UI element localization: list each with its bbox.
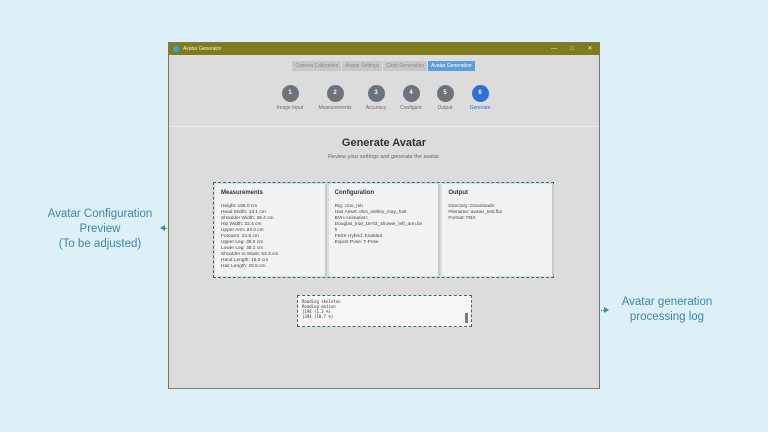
wizard-stepper: 1 Image Input 2 Measurements 3 Accuracy … <box>169 85 599 115</box>
tab-avatar-generation[interactable]: Avatar Generation <box>428 61 476 71</box>
window-title: Avatar Generator <box>183 46 222 52</box>
page-subtitle: Review your settings and generate the av… <box>328 154 440 160</box>
step-number: 5 <box>436 85 454 102</box>
step-accuracy[interactable]: 3 Accuracy <box>356 85 396 111</box>
callout-line: Avatar generation <box>621 296 713 308</box>
tab-camera-calibration[interactable]: Camera Calibration <box>292 61 343 71</box>
tab-bar: Camera Calibration Avatar Settings Cloth… <box>169 61 599 71</box>
callout-line: Preview <box>79 223 121 235</box>
step-label: Measurements <box>318 105 352 111</box>
title-bar: Avatar Generator — □ ✕ <box>169 43 599 55</box>
callout-line: (To be adjusted) <box>58 238 142 250</box>
callout-line: processing log <box>629 311 705 323</box>
tab-cloth-generation[interactable]: Cloth Generation <box>383 61 429 71</box>
config-line: Douglas_trial_18-03_shower_left_arm.bv <box>334 222 423 227</box>
step-generate[interactable]: 6 Generate <box>460 85 500 111</box>
step-label: Generate <box>469 105 491 111</box>
configuration-card: Configuration Rig: cmu_mb Hair Asset: el… <box>328 184 439 276</box>
divider <box>169 126 599 127</box>
step-label: Image Input <box>276 105 304 111</box>
tab-avatar-settings[interactable]: Avatar Settings <box>342 61 384 71</box>
processing-log[interactable]: Reading skeleton Reading motion |194 (1.… <box>297 295 472 327</box>
minimize-button[interactable]: — <box>545 43 563 55</box>
card-title: Output <box>448 190 469 196</box>
step-number: 3 <box>367 85 385 102</box>
log-line: |394 (10.7 %) <box>302 314 334 319</box>
app-logo-icon <box>173 46 179 52</box>
card-title: Measurements <box>221 190 264 196</box>
app-window: Avatar Generator — □ ✕ Camera Calibratio… <box>168 42 600 389</box>
step-label: Accuracy <box>365 105 387 111</box>
output-line: Format: FBX <box>448 216 476 221</box>
measurement-line: Hair Length: 20.5 cm <box>221 264 266 269</box>
step-number: 4 <box>402 85 420 102</box>
step-number: 1 <box>281 85 299 102</box>
step-image-input[interactable]: 1 Image Input <box>270 85 310 111</box>
callout-arrow-icon <box>604 307 609 313</box>
step-number: 2 <box>326 85 344 102</box>
maximize-button[interactable]: □ <box>563 43 581 55</box>
measurements-card: Measurements Height: 166.0 cm Head Width… <box>215 184 325 276</box>
output-card: Output Directory: Downloads Filename: av… <box>442 184 553 276</box>
card-title: Configuration <box>334 190 374 196</box>
log-scrollbar[interactable] <box>465 313 468 323</box>
config-preview-callout: Avatar Configuration Preview (To be adju… <box>38 207 162 252</box>
close-button[interactable]: ✕ <box>581 43 599 55</box>
page-title: Generate Avatar <box>341 137 427 149</box>
step-output[interactable]: 5 Output <box>425 85 465 111</box>
processing-log-callout: Avatar generation processing log <box>601 295 733 325</box>
step-number: 6 <box>471 85 489 102</box>
callout-line: Avatar Configuration <box>47 208 153 220</box>
step-measurements[interactable]: 2 Measurements <box>315 85 355 111</box>
config-preview-panel: Measurements Height: 166.0 cm Head Width… <box>213 182 554 278</box>
step-label: Output <box>437 105 453 111</box>
config-line: Export Pose: T-Pose <box>334 240 379 245</box>
